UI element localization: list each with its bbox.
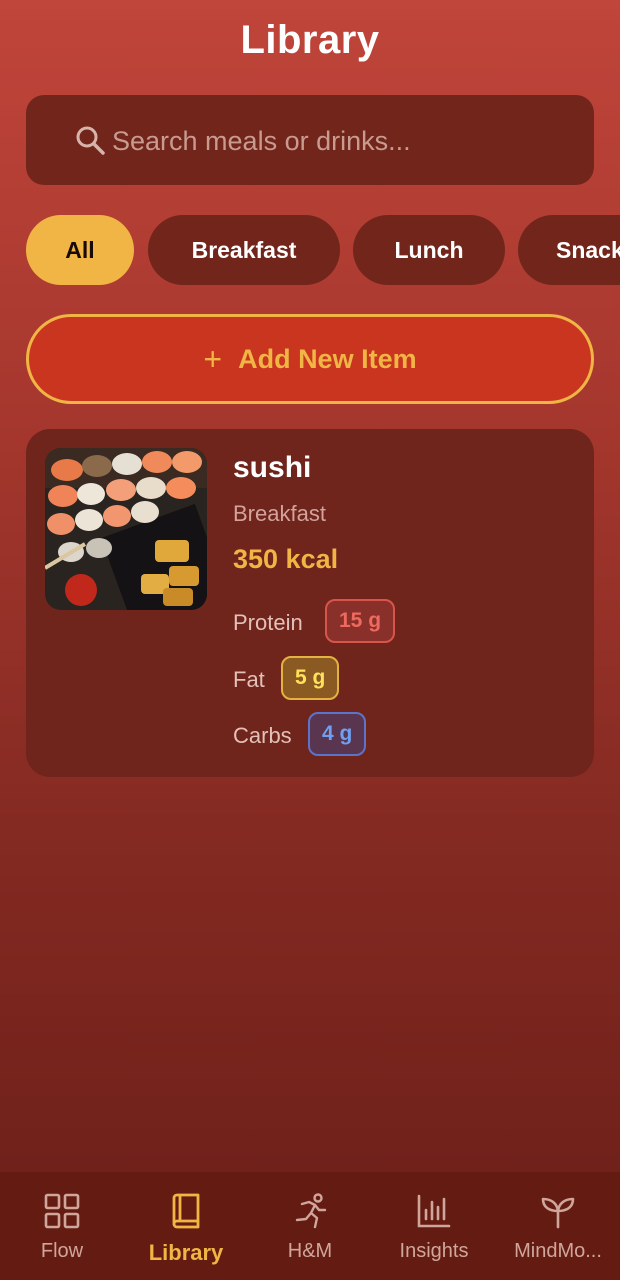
filter-chip-all[interactable]: All (26, 215, 134, 285)
book-icon (172, 1193, 200, 1229)
nav-item-mindmo[interactable]: MindMo... (496, 1172, 620, 1280)
page-title: Library (240, 18, 380, 62)
item-category: Breakfast (233, 501, 326, 526)
nav-item-insights[interactable]: Insights (372, 1172, 496, 1280)
item-name: sushi (233, 451, 312, 484)
nav-label-flow: Flow (40, 1240, 84, 1262)
filter-chip-snack[interactable]: Snack (518, 215, 620, 285)
sprout-icon (541, 1197, 575, 1229)
carbs-badge: 4 g (308, 712, 367, 756)
bottom-navigation: Flow Library H&M Insights MindMo... (0, 1172, 620, 1280)
carbs-label: Carbs (233, 723, 292, 748)
item-calories: 350 kcal (233, 544, 339, 574)
protein-label: Protein (233, 610, 303, 635)
nav-label-hm: H&M (287, 1240, 333, 1262)
filter-chip-breakfast[interactable]: Breakfast (148, 215, 340, 285)
grid-icon (44, 1193, 80, 1229)
category-filter-bar: All Breakfast Lunch Snack (0, 215, 620, 285)
bar-chart-icon (417, 1194, 451, 1228)
search-bar[interactable] (26, 95, 594, 187)
plus-icon: + (203, 340, 223, 377)
food-item-card[interactable]: sushi Breakfast 350 kcal Protein 15 g Fa… (26, 429, 594, 777)
nav-item-flow[interactable]: Flow (0, 1172, 124, 1280)
sushi-photo (45, 448, 207, 610)
add-new-item-button[interactable]: + Add New Item (26, 314, 594, 404)
nav-label-insights: Insights (399, 1240, 469, 1262)
nav-item-library[interactable]: Library (124, 1172, 248, 1280)
fat-label: Fat (233, 667, 265, 692)
protein-badge: 15 g (325, 599, 396, 643)
nav-item-hm[interactable]: H&M (248, 1172, 372, 1280)
search-input[interactable] (110, 95, 584, 187)
runner-icon (295, 1193, 327, 1229)
search-icon (76, 126, 105, 155)
add-new-item-label: Add New Item (238, 343, 417, 374)
filter-chip-lunch[interactable]: Lunch (353, 215, 505, 285)
nav-label-library: Library (148, 1240, 224, 1265)
fat-badge: 5 g (281, 656, 340, 700)
nav-label-mindmo: MindMo... (514, 1240, 602, 1262)
